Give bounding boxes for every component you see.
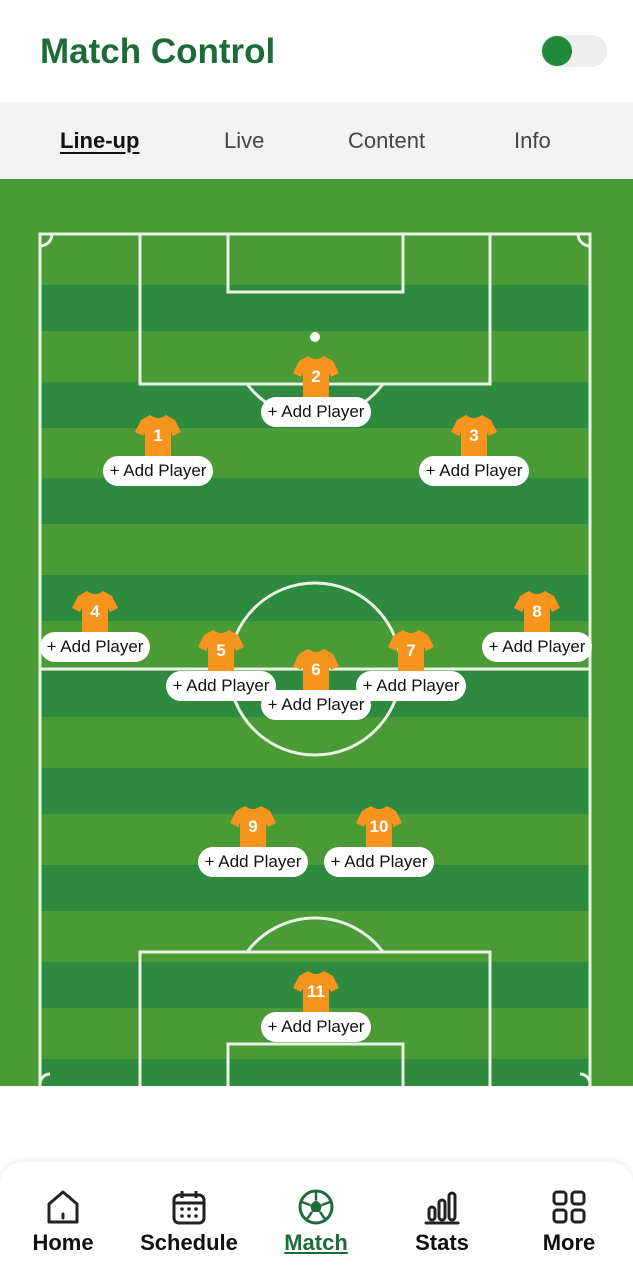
- bar-chart-icon: [424, 1191, 460, 1225]
- jersey-icon: 5: [196, 627, 246, 677]
- player-number: 10: [369, 817, 389, 836]
- tab-info[interactable]: Info: [514, 128, 551, 154]
- calendar-icon: [172, 1191, 206, 1225]
- jersey-icon: 4: [70, 588, 120, 638]
- jersey-icon: 3: [449, 412, 499, 462]
- player-slot-1[interactable]: 1 + Add Player: [102, 412, 214, 486]
- tab-bar: Line-up Live Content Info: [0, 102, 633, 179]
- player-slot-10[interactable]: 10 + Add Player: [323, 803, 435, 877]
- nav-more[interactable]: More: [514, 1188, 624, 1256]
- nav-stats[interactable]: Stats: [387, 1188, 497, 1256]
- player-number: 9: [248, 817, 258, 836]
- nav-label: Stats: [415, 1230, 469, 1255]
- app-header: Match Control: [0, 0, 633, 102]
- grid-icon: [552, 1190, 586, 1224]
- nav-label: More: [542, 1230, 596, 1255]
- nav-schedule[interactable]: Schedule: [134, 1188, 244, 1256]
- player-number: 11: [307, 982, 325, 1001]
- add-player-button[interactable]: + Add Player: [102, 456, 214, 486]
- jersey-icon: 10: [354, 803, 404, 853]
- jersey-icon: 2: [291, 353, 341, 403]
- nav-label: Home: [32, 1230, 94, 1255]
- player-slot-3[interactable]: 3 + Add Player: [418, 412, 530, 486]
- player-number: 4: [90, 602, 100, 621]
- nav-label: Schedule: [140, 1230, 238, 1255]
- add-player-button[interactable]: + Add Player: [197, 847, 309, 877]
- nav-label: Match: [284, 1230, 348, 1255]
- add-player-button[interactable]: + Add Player: [355, 671, 467, 701]
- player-number: 2: [311, 367, 321, 386]
- tab-line-up[interactable]: Line-up: [60, 128, 139, 154]
- nav-match[interactable]: Match: [261, 1188, 371, 1256]
- player-slot-2[interactable]: 2 + Add Player: [260, 353, 372, 427]
- add-player-button[interactable]: + Add Player: [418, 456, 530, 486]
- add-player-button[interactable]: + Add Player: [260, 1012, 372, 1042]
- jersey-icon: 7: [386, 627, 436, 677]
- player-slot-4[interactable]: 4 + Add Player: [39, 588, 151, 662]
- toggle-knob: [542, 36, 572, 66]
- add-player-button[interactable]: + Add Player: [39, 632, 151, 662]
- add-player-button[interactable]: + Add Player: [323, 847, 435, 877]
- player-slot-8[interactable]: 8 + Add Player: [481, 588, 593, 662]
- player-number: 6: [311, 660, 321, 679]
- jersey-icon: 8: [512, 588, 562, 638]
- bottom-navigation: Home Schedule Match Stats More: [0, 1162, 633, 1280]
- page-title: Match Control: [40, 32, 276, 71]
- nav-home[interactable]: Home: [8, 1188, 118, 1256]
- player-number: 3: [469, 426, 479, 445]
- player-number: 5: [216, 641, 226, 660]
- add-player-button[interactable]: + Add Player: [481, 632, 593, 662]
- match-toggle[interactable]: [541, 35, 607, 67]
- tab-content[interactable]: Content: [348, 128, 425, 154]
- soccer-ball-icon: [298, 1189, 334, 1225]
- player-number: 8: [532, 602, 542, 621]
- tab-live[interactable]: Live: [224, 128, 264, 154]
- jersey-icon: 9: [228, 803, 278, 853]
- home-icon: [47, 1190, 79, 1224]
- add-player-button[interactable]: + Add Player: [260, 397, 372, 427]
- football-pitch: 1 + Add Player 2 + Add Player 3 + Add Pl…: [0, 179, 633, 1086]
- player-number: 1: [153, 426, 163, 445]
- player-number: 7: [406, 641, 416, 660]
- jersey-icon: 6: [291, 646, 341, 696]
- player-slot-7[interactable]: 7 + Add Player: [355, 627, 467, 701]
- jersey-icon: 11: [291, 968, 341, 1018]
- player-slot-9[interactable]: 9 + Add Player: [197, 803, 309, 877]
- player-slot-11[interactable]: 11 + Add Player: [260, 968, 372, 1042]
- jersey-icon: 1: [133, 412, 183, 462]
